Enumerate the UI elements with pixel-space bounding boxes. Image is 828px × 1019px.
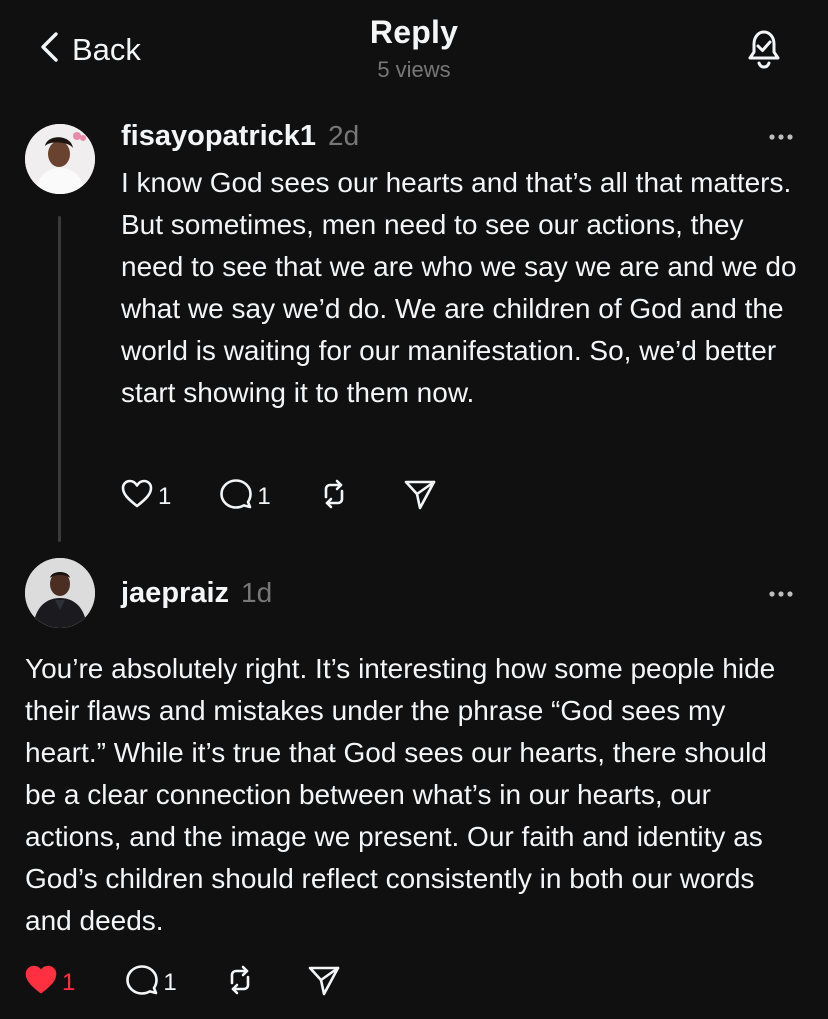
reply-button[interactable]: 1 [219,477,271,516]
share-icon [403,477,437,516]
reply-count: 1 [257,482,271,510]
repost-button[interactable] [223,963,257,1002]
reply-count: 1 [163,968,177,996]
post-header: fisayopatrick1 2d [121,120,359,153]
heart-icon [120,477,154,516]
avatar[interactable] [25,124,95,194]
repost-icon [317,477,351,516]
timestamp: 1d [241,577,273,608]
post-actions: 1 1 [24,963,341,1002]
reply-button[interactable]: 1 [125,963,177,1002]
thread-line [58,216,61,542]
username[interactable]: fisayopatrick1 [121,120,316,153]
title-block: Reply 5 views [0,14,828,83]
heart-filled-icon [24,963,58,1002]
comment-icon [125,963,159,1002]
repost-icon [223,963,257,1002]
more-button[interactable] [766,130,800,144]
timestamp: 2d [328,120,360,151]
post-actions: 1 1 [120,477,437,516]
notification-bell-button[interactable] [738,22,790,74]
top-bar: Back Reply 5 views [0,0,828,100]
post-header: jaepraiz 1d [121,577,272,610]
like-count: 1 [158,482,172,510]
avatar[interactable] [25,558,95,628]
share-button[interactable] [307,963,341,1002]
like-button[interactable]: 1 [24,963,75,1002]
more-icon [766,131,800,148]
share-icon [307,963,341,1002]
more-icon [766,588,800,605]
post-text: I know God sees our hearts and that’s al… [121,167,797,408]
comment-icon [219,477,253,516]
like-count: 1 [62,968,76,996]
more-button[interactable] [766,587,800,601]
view-count: 5 views [377,57,451,82]
like-button[interactable]: 1 [120,477,171,516]
post-text: You’re absolutely right. It’s interestin… [25,653,776,936]
page-title: Reply [369,14,459,50]
bell-check-icon [738,30,790,78]
share-button[interactable] [403,477,437,516]
username[interactable]: jaepraiz [121,577,229,610]
repost-button[interactable] [317,477,351,516]
